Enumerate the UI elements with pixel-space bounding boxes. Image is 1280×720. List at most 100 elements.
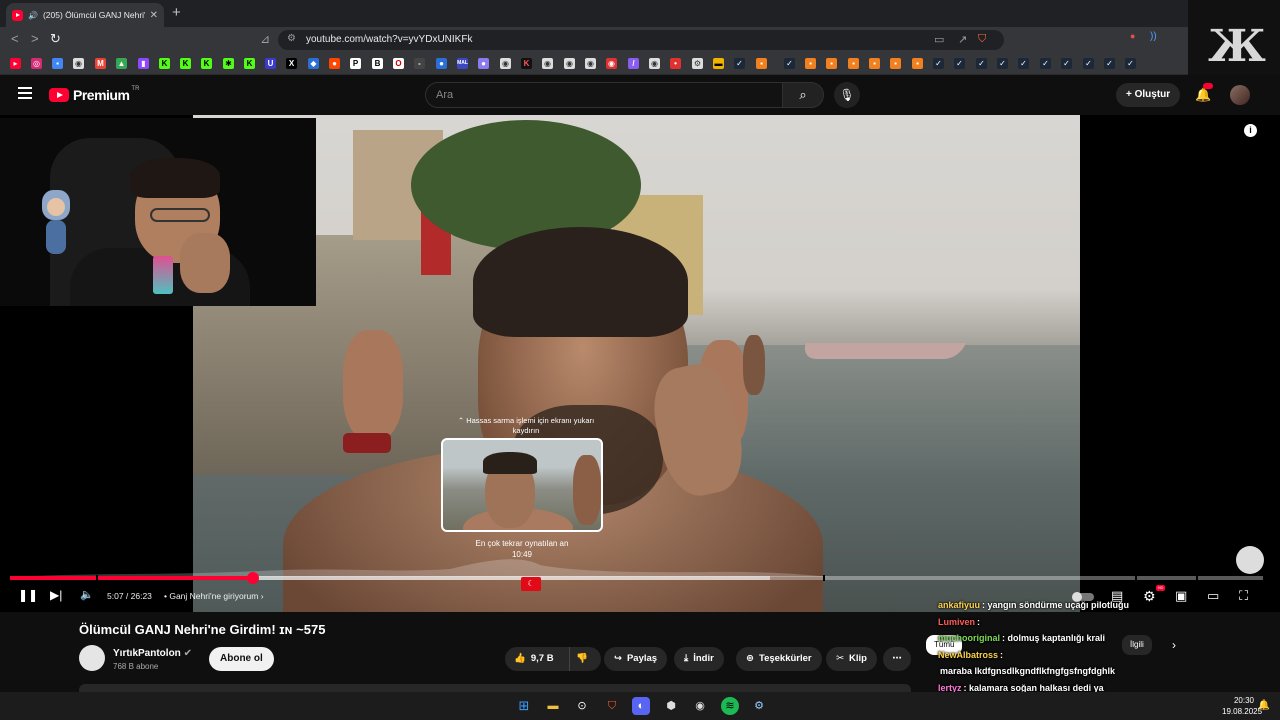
bookmark-steam-icon[interactable]: ✓	[734, 58, 745, 69]
bookmark-instagram-icon[interactable]: ◎	[31, 58, 42, 69]
settings-app-icon[interactable]: ⚙	[750, 697, 768, 715]
share-page-icon[interactable]: ↗	[958, 33, 967, 46]
pause-icon[interactable]: ❚❚	[18, 588, 38, 602]
discord-icon[interactable]: ◐	[632, 697, 650, 715]
bookmark-circle-icon[interactable]: ●	[436, 58, 447, 69]
bookmark-feather-icon[interactable]: /	[628, 58, 639, 69]
bookmark-orange-6-icon[interactable]: ▪	[890, 58, 901, 69]
share-button[interactable]: ↪ Paylaş	[604, 647, 668, 671]
new-tab-icon[interactable]: +	[172, 4, 181, 21]
bookmark-globe-5-icon[interactable]: ◉	[585, 58, 596, 69]
bookmark-orange-7-icon[interactable]: ▪	[912, 58, 923, 69]
bookmark-k-icon[interactable]: K	[521, 58, 532, 69]
back-icon[interactable]: <	[11, 31, 19, 46]
bookmark-steam-4-icon[interactable]: ✓	[954, 58, 965, 69]
bookmark-p-icon[interactable]: P	[350, 58, 361, 69]
system-clock[interactable]: 20:30 19.08.2025	[1222, 695, 1262, 717]
menu-icon[interactable]	[18, 87, 32, 102]
bookmark-youtube-icon[interactable]: ▸	[10, 58, 21, 69]
download-button[interactable]: ⤓ İndir	[674, 647, 724, 671]
omnibox[interactable]: ⚙ youtube.com/watch?v=yvYDxUNIKFk ▭ ↗ ⛉	[278, 30, 1004, 50]
chat-username[interactable]: ankafiyuu	[938, 600, 980, 610]
chapter-button[interactable]: • Ganj Nehri'ne giriyorum ›	[164, 591, 264, 601]
bookmark-globe-3-icon[interactable]: ◉	[542, 58, 553, 69]
extension-ublock-icon[interactable]: ●	[1130, 31, 1135, 41]
bookmark-maps-icon[interactable]: ▪	[52, 58, 63, 69]
bookmark-steam-8-icon[interactable]: ✓	[1040, 58, 1051, 69]
channel-avatar[interactable]	[79, 645, 105, 671]
app-cube-icon[interactable]: ⬢	[662, 697, 680, 715]
voice-search-button[interactable]: 🎙	[834, 82, 860, 108]
bookmark-globe-6-icon[interactable]: ◉	[649, 58, 660, 69]
browser-tab-active[interactable]: 🔊 (205) Ölümcül GANJ Nehri'ne ✕	[6, 3, 164, 27]
description-box[interactable]	[79, 684, 911, 692]
account-avatar[interactable]	[1230, 85, 1250, 105]
video-frame[interactable]	[193, 115, 1080, 612]
chat-username[interactable]: lertyz	[938, 683, 962, 693]
bookmark-reddit-icon[interactable]: ●	[329, 58, 340, 69]
bookmark-orange-3-icon[interactable]: ▪	[826, 58, 837, 69]
more-actions-button[interactable]: ⋯	[883, 647, 911, 671]
bookmark-folder-icon[interactable]: ▬	[713, 58, 724, 69]
bookmark-butterfly-icon[interactable]: ✱	[223, 58, 234, 69]
channel-watermark[interactable]	[1236, 546, 1264, 574]
brave-shield-icon[interactable]: ⛉	[978, 33, 986, 46]
bookmark-steam-10-icon[interactable]: ✓	[1083, 58, 1094, 69]
bookmark-dot-icon[interactable]: •	[670, 58, 681, 69]
bookmark-steam-7-icon[interactable]: ✓	[1018, 58, 1029, 69]
bookmark-orange-icon[interactable]: ▪	[756, 58, 767, 69]
bookmark-drive-icon[interactable]: ▲	[116, 58, 127, 69]
bookmark-globe-4-icon[interactable]: ◉	[564, 58, 575, 69]
dislike-button[interactable]: 👎	[569, 647, 588, 671]
speaker-icon[interactable]: 🔊	[28, 11, 38, 20]
bookmark-orange-5-icon[interactable]: ▪	[869, 58, 880, 69]
bookmark-mal-icon[interactable]: MAL	[457, 58, 468, 69]
search-button[interactable]: ⌕	[782, 82, 824, 108]
bookmark-blue-icon[interactable]: ◆	[308, 58, 319, 69]
create-button[interactable]: + Oluştur	[1116, 83, 1181, 107]
obs-icon[interactable]: ◉	[691, 697, 709, 715]
bookmark-globe-icon[interactable]: ◉	[73, 58, 84, 69]
like-button[interactable]: 👍 9,7 B	[514, 647, 554, 671]
bookmark-steam-9-icon[interactable]: ✓	[1061, 58, 1072, 69]
site-info-icon[interactable]: ⚙	[287, 33, 296, 44]
notifications-button[interactable]: 🔔	[1195, 83, 1213, 103]
bookmark-red-icon[interactable]: ◉	[606, 58, 617, 69]
youtube-logo[interactable]: Premium TR	[49, 86, 139, 103]
info-icon[interactable]: i	[1244, 124, 1257, 137]
close-tab-icon[interactable]: ✕	[150, 10, 158, 21]
bookmark-gmail-icon[interactable]: M	[95, 58, 106, 69]
brave-browser-icon[interactable]: ⛉	[603, 697, 621, 715]
steam-icon[interactable]: ⊙	[573, 697, 591, 715]
bookmark-steam-12-icon[interactable]: ✓	[1125, 58, 1136, 69]
volume-icon[interactable]: 🔈	[80, 588, 94, 601]
bookmark-steam-6-icon[interactable]: ✓	[997, 58, 1008, 69]
file-explorer-icon[interactable]: ▬	[544, 697, 562, 715]
bookmark-u-icon[interactable]: U	[265, 58, 276, 69]
windows-start-icon[interactable]: ⊞	[515, 697, 533, 715]
bookmark-settings-icon[interactable]: ⚙	[692, 58, 703, 69]
next-icon[interactable]: ▶|	[50, 588, 62, 602]
bookmark-b-icon[interactable]: B	[372, 58, 383, 69]
progress-scrubber[interactable]	[247, 572, 259, 584]
bookmark-globe-2-icon[interactable]: ◉	[500, 58, 511, 69]
bookmark-steam-2-icon[interactable]: ✓	[784, 58, 795, 69]
chat-username[interactable]: NewAlbatross	[938, 650, 998, 660]
forward-icon[interactable]: >	[31, 31, 39, 46]
bookmark-kick-2-icon[interactable]: K	[180, 58, 191, 69]
spotify-icon[interactable]: ≋	[721, 697, 739, 715]
bookmark-icon[interactable]: ⊿	[260, 32, 270, 46]
reload-icon[interactable]: ↻	[50, 31, 61, 47]
bookmark-kick-icon[interactable]: K	[159, 58, 170, 69]
clip-button[interactable]: ✂ Klip	[826, 647, 877, 671]
bookmark-dash-icon[interactable]: -	[414, 58, 425, 69]
bookmark-orange-2-icon[interactable]: ▪	[805, 58, 816, 69]
search-input[interactable]	[426, 83, 782, 107]
chat-username[interactable]: Lumiven	[938, 617, 975, 627]
thanks-button[interactable]: ⊛ Teşekkürler	[736, 647, 822, 671]
bookmark-steam-11-icon[interactable]: ✓	[1104, 58, 1115, 69]
bookmark-steam-3-icon[interactable]: ✓	[933, 58, 944, 69]
bookmark-o-icon[interactable]: O	[393, 58, 404, 69]
cast-icon[interactable]: ▭	[934, 33, 944, 46]
channel-name[interactable]: YırtıkPantolon ✔	[113, 648, 192, 659]
